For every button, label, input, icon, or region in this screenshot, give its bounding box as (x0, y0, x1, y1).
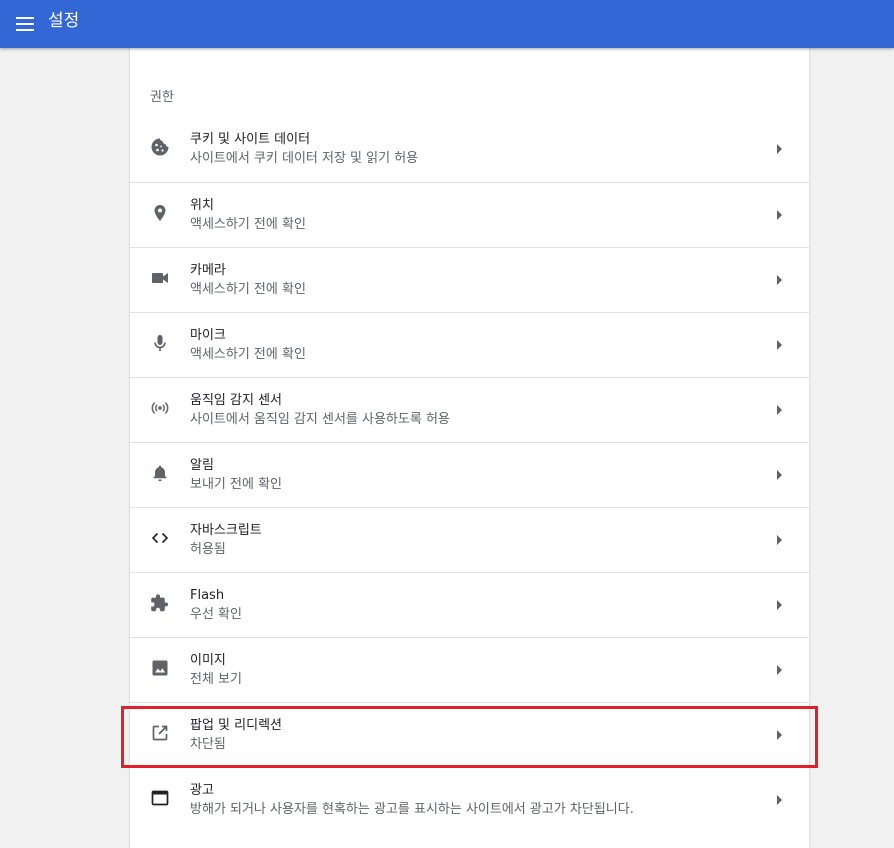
row-label: 광고 (190, 783, 214, 798)
chevron-right-icon (777, 600, 782, 610)
hamburger-menu-icon[interactable] (10, 9, 40, 39)
row-sublabel: 액세스하기 전에 확인 (190, 217, 306, 232)
row-microphone[interactable]: 마이크 액세스하기 전에 확인 (130, 312, 809, 377)
row-motion-sensors[interactable]: 움직임 감지 센서 사이트에서 움직임 감지 센서를 사용하도록 허용 (130, 377, 809, 442)
row-label: 움직임 감지 센서 (190, 393, 282, 408)
row-javascript[interactable]: 자바스크립트 허용됨 (130, 507, 809, 572)
row-location[interactable]: 위치 액세스하기 전에 확인 (130, 182, 809, 247)
row-notifications[interactable]: 알림 보내기 전에 확인 (130, 442, 809, 507)
chevron-right-icon (777, 665, 782, 675)
mic-icon (150, 333, 170, 353)
chevron-right-icon (777, 795, 782, 805)
cookie-icon (150, 137, 170, 157)
row-sublabel: 액세스하기 전에 확인 (190, 347, 306, 362)
row-images[interactable]: 이미지 전체 보기 (130, 637, 809, 702)
row-popups[interactable]: 팝업 및 리디렉션 차단됨 (130, 702, 809, 767)
row-sublabel: 차단됨 (190, 737, 226, 752)
row-ads[interactable]: 광고 방해가 되거나 사용자를 현혹하는 광고를 표시하는 사이트에서 광고가 … (130, 767, 809, 832)
top-app-bar: 설정 (0, 0, 894, 48)
puzzle-icon (150, 593, 170, 613)
bell-icon (150, 463, 170, 483)
row-sublabel: 보내기 전에 확인 (190, 477, 282, 492)
chevron-right-icon (777, 275, 782, 285)
row-sublabel: 사이트에서 움직임 감지 센서를 사용하도록 허용 (190, 412, 450, 427)
chevron-right-icon (777, 730, 782, 740)
chevron-right-icon (777, 535, 782, 545)
image-icon (150, 658, 170, 678)
row-label: 팝업 및 리디렉션 (190, 718, 282, 733)
row-label: Flash (190, 588, 225, 603)
sensors-icon (150, 398, 170, 418)
videocam-icon (150, 268, 170, 288)
row-sublabel: 방해가 되거나 사용자를 현혹하는 광고를 표시하는 사이트에서 광고가 차단됩… (190, 802, 634, 817)
row-cookies[interactable]: 쿠키 및 사이트 데이터 사이트에서 쿠키 데이터 저장 및 읽기 허용 (130, 117, 809, 182)
row-label: 자바스크립트 (190, 523, 262, 538)
row-sublabel: 허용됨 (190, 542, 226, 557)
row-sublabel: 우선 확인 (190, 607, 242, 622)
chevron-right-icon (777, 144, 782, 154)
row-sublabel: 전체 보기 (190, 672, 242, 687)
open-in-new-icon (150, 723, 170, 743)
row-flash[interactable]: Flash 우선 확인 (130, 572, 809, 637)
location-pin-icon (150, 203, 170, 223)
row-label: 이미지 (190, 653, 226, 668)
web-asset-icon (150, 788, 170, 808)
row-sublabel: 액세스하기 전에 확인 (190, 282, 306, 297)
chevron-right-icon (777, 210, 782, 220)
row-label: 알림 (190, 458, 214, 473)
row-label: 위치 (190, 198, 214, 213)
chevron-right-icon (777, 470, 782, 480)
row-camera[interactable]: 카메라 액세스하기 전에 확인 (130, 247, 809, 312)
row-label: 카메라 (190, 263, 226, 278)
chevron-right-icon (777, 340, 782, 350)
row-label: 쿠키 및 사이트 데이터 (190, 132, 311, 147)
code-icon (150, 528, 170, 548)
page-title: 설정 (48, 11, 80, 31)
row-label: 마이크 (190, 328, 226, 343)
chevron-right-icon (777, 405, 782, 415)
section-title: 권한 (150, 90, 174, 105)
row-sublabel: 사이트에서 쿠키 데이터 저장 및 읽기 허용 (190, 151, 419, 166)
